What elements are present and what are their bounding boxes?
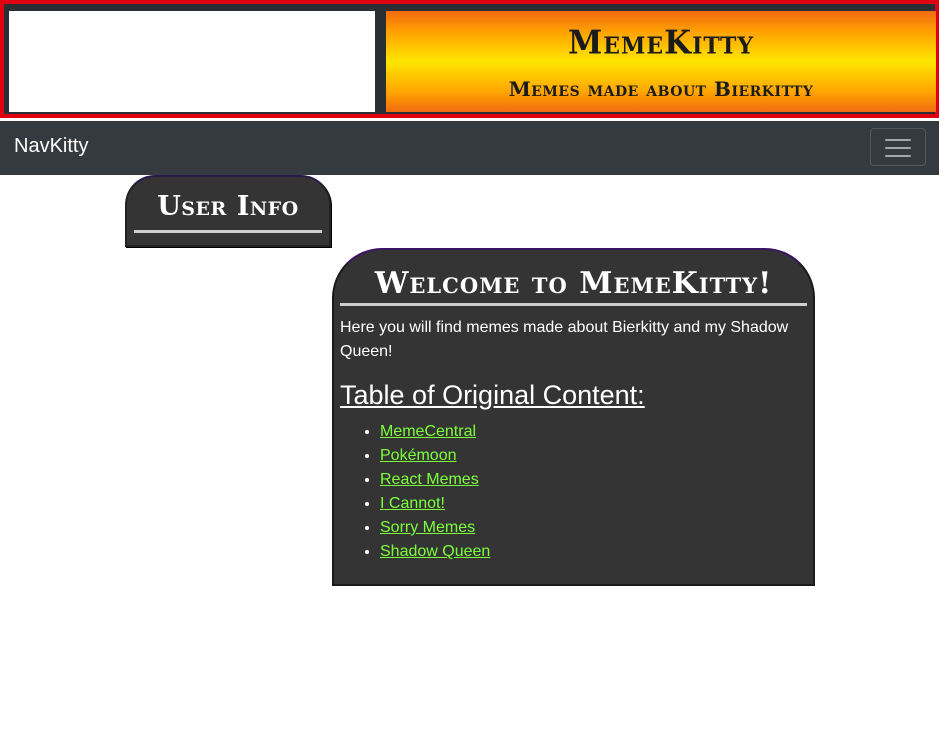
list-item: Shadow Queen (380, 540, 490, 564)
link-react-memes[interactable]: React Memes (380, 471, 479, 488)
user-info-card: User Info (125, 175, 331, 247)
banner-title-panel: MemeKitty Memes made about Bierkitty (386, 11, 936, 112)
divider (340, 303, 807, 306)
link-pokemoon[interactable]: Pokémoon (380, 447, 457, 464)
link-i-cannot[interactable]: I Cannot! (380, 495, 445, 512)
divider (134, 230, 322, 233)
header-banner: MemeKitty Memes made about Bierkitty (0, 0, 939, 118)
list-item: I Cannot! (380, 492, 490, 516)
intro-text: Here you will find memes made about Bier… (340, 319, 789, 360)
list-item: Pokémoon (380, 444, 490, 468)
toc-heading: Table of Original Content: (340, 380, 645, 410)
banner-logo-area (9, 11, 375, 112)
site-subtitle: Memes made about Bierkitty (508, 77, 814, 101)
navbar-brand[interactable]: NavKitty (14, 135, 88, 158)
link-shadow-queen[interactable]: Shadow Queen (380, 543, 490, 560)
user-info-title: User Info (157, 191, 299, 222)
list-item: MemeCentral (380, 420, 490, 444)
link-sorry-memes[interactable]: Sorry Memes (380, 519, 475, 536)
toc-list: MemeCentral Pokémoon React Memes I Canno… (340, 420, 490, 564)
welcome-title: Welcome to MemeKitty! (374, 266, 773, 301)
navbar-toggler-button[interactable] (870, 128, 926, 166)
link-memecentral[interactable]: MemeCentral (380, 423, 476, 440)
welcome-card: Welcome to MemeKitty! Here you will find… (332, 248, 815, 586)
list-item: React Memes (380, 468, 490, 492)
site-title: MemeKitty (567, 24, 755, 62)
list-item: Sorry Memes (380, 516, 490, 540)
navbar: NavKitty (0, 121, 939, 175)
